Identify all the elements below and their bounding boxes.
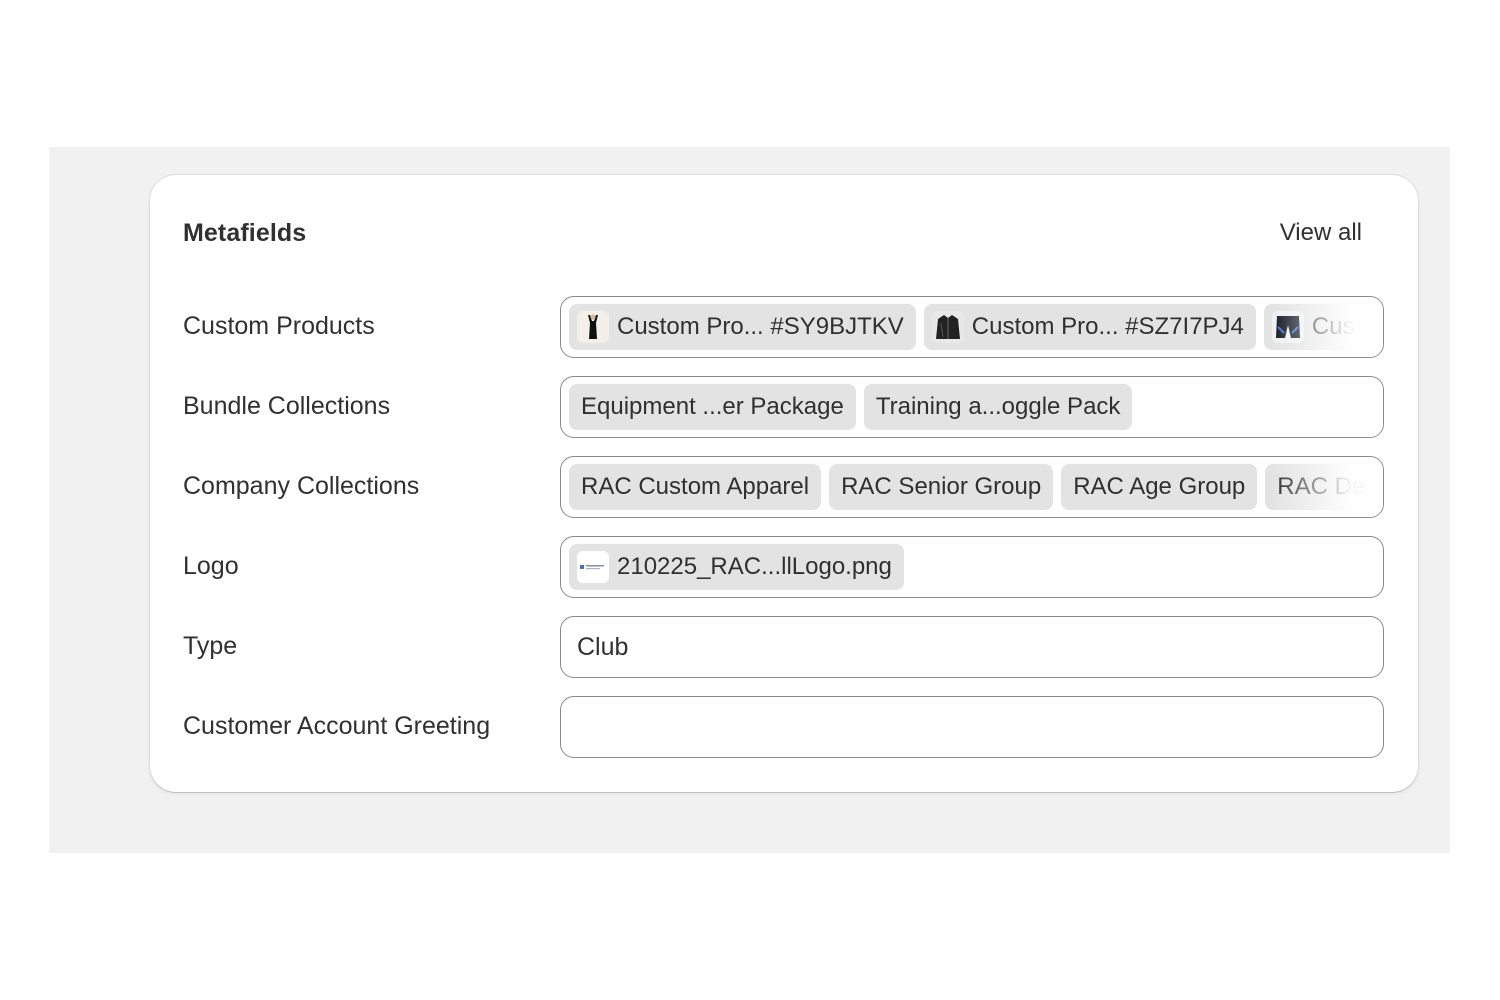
shorts-thumbnail-icon xyxy=(1271,311,1304,343)
product-chip[interactable]: Custom Pro... #SY9BJTKV xyxy=(569,304,916,350)
row-label: Customer Account Greeting xyxy=(183,712,491,740)
file-chip[interactable]: 210225_RAC...llLogo.png xyxy=(569,544,904,590)
collection-chip[interactable]: RAC Senior Group xyxy=(829,464,1054,510)
company-collections-field[interactable]: RAC Custom Apparel RAC Senior Group RAC … xyxy=(560,456,1384,518)
type-field[interactable]: Club xyxy=(560,616,1384,678)
collection-chip[interactable]: Training a...oggle Pack xyxy=(863,384,1133,430)
metafield-row-customer-account-greeting: Customer Account Greeting xyxy=(183,696,1386,760)
row-label: Custom Products xyxy=(183,312,375,340)
swimsuit-thumbnail-icon xyxy=(577,311,609,343)
collection-chip[interactable]: RAC Age Group xyxy=(1061,464,1258,510)
product-chip[interactable]: Custom Pro... #SZ7I7PJ4 xyxy=(923,304,1256,350)
product-chip-label: Custom Pro... #SY9BJTKV xyxy=(617,313,904,340)
metafield-row-custom-products: Custom Products Custom Pro... #SY9BJTKV xyxy=(183,296,1386,360)
row-label: Company Collections xyxy=(183,472,420,500)
logo-thumbnail-icon xyxy=(577,551,609,583)
metafield-row-type: Type Club xyxy=(183,616,1386,680)
jacket-thumbnail-icon xyxy=(931,311,964,343)
type-value: Club xyxy=(577,633,629,661)
collection-chip[interactable]: RAC Custom Apparel xyxy=(569,464,822,510)
bundle-collections-field[interactable]: Equipment ...er Package Training a...ogg… xyxy=(560,376,1384,438)
row-label: Bundle Collections xyxy=(183,392,391,420)
product-chip-label: Custom Pro... #SZ7I7PJ4 xyxy=(971,313,1244,340)
card-title: Metafields xyxy=(183,219,307,247)
metafields-card: Metafields View all Custom Products Cust… xyxy=(150,175,1418,792)
customer-account-greeting-field[interactable] xyxy=(560,696,1384,758)
row-label: Type xyxy=(183,632,238,660)
overflow-fade xyxy=(1273,377,1383,437)
collection-chip[interactable]: Equipment ...er Package xyxy=(569,384,856,430)
metafield-row-logo: Logo 210225_RAC...llLogo.png xyxy=(183,536,1386,600)
collection-chip[interactable]: RAC De xyxy=(1265,464,1378,510)
file-chip-label: 210225_RAC...llLogo.png xyxy=(617,553,892,580)
product-chip-label: Cus xyxy=(1311,313,1355,340)
metafield-row-company-collections: Company Collections RAC Custom Apparel R… xyxy=(183,456,1386,520)
logo-field[interactable]: 210225_RAC...llLogo.png xyxy=(560,536,1384,598)
product-chip[interactable]: Cus xyxy=(1263,304,1367,350)
row-label: Logo xyxy=(183,552,239,580)
metafield-row-bundle-collections: Bundle Collections Equipment ...er Packa… xyxy=(183,376,1386,440)
custom-products-field[interactable]: Custom Pro... #SY9BJTKV Custom Pro... #S… xyxy=(560,296,1384,358)
view-all-button[interactable]: View all xyxy=(1280,219,1362,247)
